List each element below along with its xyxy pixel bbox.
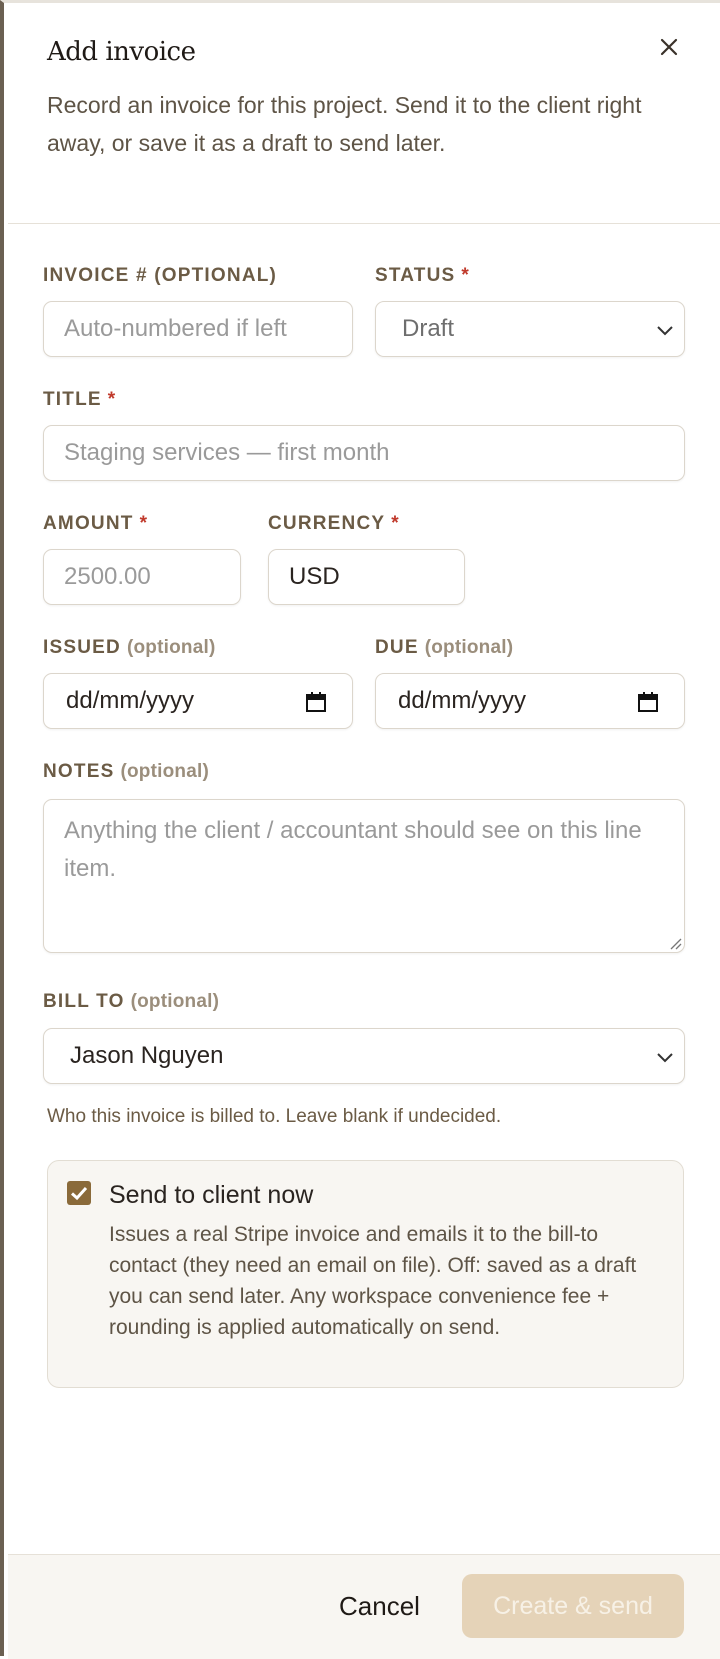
add-invoice-panel: Add invoice Record an invoice for this p… — [0, 0, 720, 1659]
calendar-icon[interactable] — [636, 690, 660, 714]
currency-value: USD — [289, 563, 340, 590]
amount-label-text: AMOUNT — [43, 513, 134, 534]
required-mark: * — [107, 389, 117, 410]
amount-label: AMOUNT * — [43, 513, 148, 535]
create-and-send-button[interactable]: Create & send — [462, 1574, 684, 1638]
chevron-down-icon — [657, 1053, 673, 1063]
close-icon[interactable] — [656, 34, 682, 60]
status-label: STATUS * — [375, 265, 470, 287]
amount-placeholder: 2500.00 — [64, 563, 151, 590]
required-mark: * — [461, 265, 470, 286]
status-label-text: STATUS — [375, 265, 456, 286]
due-label: DUE (optional) — [375, 637, 513, 659]
panel-subtitle: Record an invoice for this project. Send… — [47, 92, 642, 156]
invoice-number-label: INVOICE # (OPTIONAL) — [43, 265, 277, 287]
bill-to-value: Jason Nguyen — [70, 1042, 224, 1069]
send-now-title: Send to client now — [109, 1181, 314, 1209]
resize-handle-icon[interactable] — [668, 936, 682, 950]
chevron-down-icon — [657, 326, 673, 336]
panel-title: Add invoice — [47, 37, 196, 67]
invoice-number-placeholder: Auto-numbered if left — [64, 315, 287, 342]
bill-to-label-text: BILL TO — [43, 991, 125, 1012]
amount-input[interactable]: 2500.00 — [43, 549, 241, 605]
bill-to-select[interactable]: Jason Nguyen — [43, 1028, 685, 1084]
currency-label-text: CURRENCY — [268, 513, 386, 534]
title-placeholder: Staging services — first month — [64, 439, 390, 466]
invoice-number-input[interactable]: Auto-numbered if left — [43, 301, 353, 357]
title-label-text: TITLE — [43, 389, 102, 410]
panel-footer: Cancel Create & send — [8, 1554, 720, 1659]
notes-placeholder: Anything the client / accountant should … — [64, 817, 642, 882]
invoice-number-label-text: INVOICE # (OPTIONAL) — [43, 265, 278, 286]
cancel-button[interactable]: Cancel — [339, 1591, 420, 1622]
due-date-input[interactable]: dd/mm/yyyy — [375, 673, 685, 729]
send-to-client-option: Send to client now Issues a real Stripe … — [47, 1160, 684, 1388]
notes-textarea[interactable]: Anything the client / accountant should … — [43, 799, 685, 953]
checkmark-icon — [70, 1186, 88, 1201]
notes-label: NOTES (optional) — [43, 761, 209, 783]
calendar-icon[interactable] — [304, 690, 328, 714]
issued-label: ISSUED (optional) — [43, 637, 215, 659]
issued-label-text: ISSUED — [43, 637, 121, 658]
send-now-checkbox[interactable] — [67, 1181, 91, 1205]
panel-header: Add invoice Record an invoice for this p… — [8, 6, 720, 224]
due-date-placeholder: dd/mm/yyyy — [398, 687, 527, 714]
status-select[interactable]: Draft — [375, 301, 685, 357]
bill-to-label: BILL TO (optional) — [43, 991, 219, 1013]
currency-input[interactable]: USD — [268, 549, 465, 605]
send-now-description: Issues a real Stripe invoice and emails … — [109, 1223, 637, 1339]
required-mark: * — [391, 513, 400, 534]
optional-tag: (optional) — [126, 637, 216, 658]
optional-tag: (optional) — [120, 761, 209, 782]
notes-label-text: NOTES — [43, 761, 115, 782]
issued-date-input[interactable]: dd/mm/yyyy — [43, 673, 353, 729]
status-value: Draft — [402, 315, 455, 342]
title-label: TITLE * — [43, 389, 116, 411]
title-input[interactable]: Staging services — first month — [43, 425, 685, 481]
issued-date-placeholder: dd/mm/yyyy — [66, 687, 195, 714]
currency-label: CURRENCY * — [268, 513, 400, 535]
required-mark: * — [139, 513, 149, 534]
due-label-text: DUE — [375, 637, 419, 658]
optional-tag: (optional) — [424, 637, 514, 658]
bill-to-help-text: Who this invoice is billed to. Leave bla… — [47, 1106, 502, 1127]
optional-tag: (optional) — [130, 991, 220, 1012]
